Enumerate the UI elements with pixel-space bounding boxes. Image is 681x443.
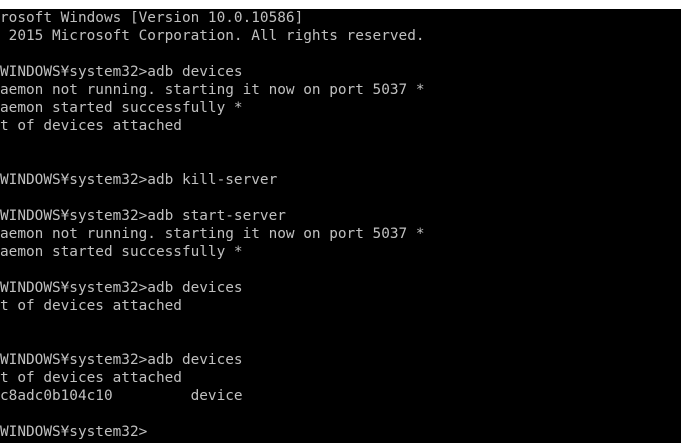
console-line-blank — [0, 315, 425, 333]
console-line-command: WINDOWS¥system32>adb devices — [0, 64, 243, 80]
console-output-area[interactable]: rosoft Windows [Version 10.0.10586] 2015… — [0, 9, 681, 443]
console-line-blank — [0, 405, 425, 423]
console-line-copyright: 2015 Microsoft Corporation. All rights r… — [0, 28, 425, 44]
console-line-output: t of devices attached — [0, 298, 182, 314]
console-line-command: WINDOWS¥system32>adb devices — [0, 280, 243, 296]
console-line-output: aemon started successfully * — [0, 100, 243, 116]
console-line-blank — [0, 45, 425, 63]
console-line-blank — [0, 189, 425, 207]
console-line-blank — [0, 153, 425, 171]
console-line-output: t of devices attached — [0, 118, 182, 134]
console-line-command: WINDOWS¥system32>adb kill-server — [0, 172, 278, 188]
console-line-command: WINDOWS¥system32>adb devices — [0, 352, 243, 368]
console-lines: rosoft Windows [Version 10.0.10586] 2015… — [0, 9, 425, 441]
console-line-prompt: WINDOWS¥system32> — [0, 424, 148, 440]
console-line-output: t of devices attached — [0, 370, 182, 386]
console-line-command: WINDOWS¥system32>adb start-server — [0, 208, 286, 224]
console-line-output: aemon not running. starting it now on po… — [0, 226, 425, 242]
console-line-blank — [0, 135, 425, 153]
console-line-output: aemon started successfully * — [0, 244, 243, 260]
console-line-blank — [0, 333, 425, 351]
console-line-device-entry: c8adc0b104c10 device — [0, 388, 243, 404]
console-line-blank — [0, 261, 425, 279]
window-top-edge — [0, 0, 681, 9]
console-line-version: rosoft Windows [Version 10.0.10586] — [0, 10, 304, 26]
console-line-output: aemon not running. starting it now on po… — [0, 82, 425, 98]
